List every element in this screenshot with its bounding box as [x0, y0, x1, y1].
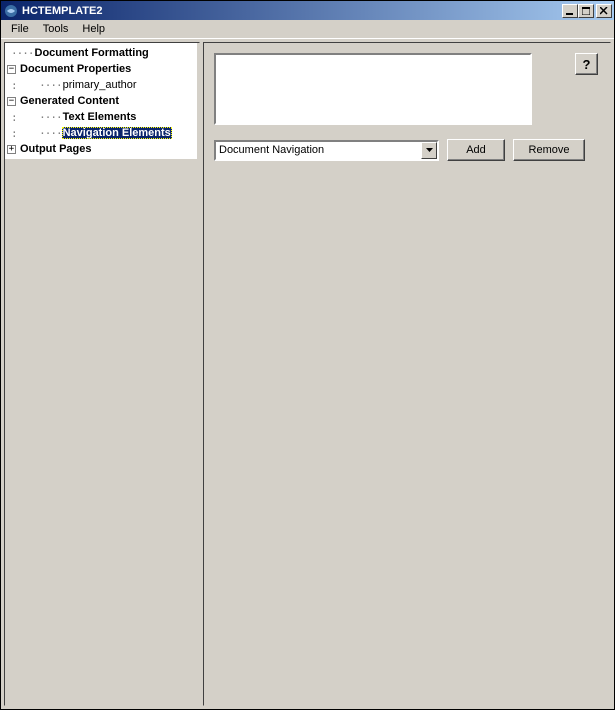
tree-node-document-properties[interactable]: − Document Properties — [5, 61, 197, 77]
menu-file[interactable]: File — [4, 21, 36, 37]
menu-help[interactable]: Help — [75, 21, 112, 37]
menu-tools[interactable]: Tools — [36, 21, 76, 37]
maximize-button[interactable] — [578, 4, 594, 18]
tree-panel[interactable]: ···· Document Formatting − Document Prop… — [5, 43, 197, 159]
title-bar: HCTEMPLATE2 — [1, 1, 614, 20]
tree-node-navigation-elements[interactable]: : ···· Navigation Elements — [5, 125, 197, 141]
close-button[interactable] — [596, 4, 612, 18]
collapse-icon[interactable]: − — [7, 65, 16, 74]
tree-panel-frame: ···· Document Formatting − Document Prop… — [4, 42, 200, 706]
tree-node-text-elements[interactable]: : ···· Text Elements — [5, 109, 197, 125]
minimize-button[interactable] — [562, 4, 578, 18]
chevron-down-icon[interactable] — [421, 142, 437, 159]
element-type-dropdown[interactable]: Document Navigation — [214, 140, 439, 161]
app-icon — [3, 3, 19, 19]
controls-row: Document Navigation Add Remove — [214, 139, 600, 161]
dropdown-value: Document Navigation — [216, 142, 421, 159]
content-panel: ? Document Navigation Add Remove — [204, 43, 610, 171]
tree-node-primary-author[interactable]: : ···· primary_author — [5, 77, 197, 93]
content-panel-frame: ? Document Navigation Add Remove — [203, 42, 611, 706]
window-title: HCTEMPLATE2 — [22, 5, 562, 17]
remove-button[interactable]: Remove — [513, 139, 585, 161]
tree-node-output-pages[interactable]: + Output Pages — [5, 141, 197, 157]
add-button[interactable]: Add — [447, 139, 505, 161]
client-area: ···· Document Formatting − Document Prop… — [1, 39, 614, 709]
expand-icon[interactable]: + — [7, 145, 16, 154]
elements-listbox[interactable] — [214, 53, 532, 125]
collapse-icon[interactable]: − — [7, 97, 16, 106]
menu-bar: File Tools Help — [1, 20, 614, 39]
window-controls — [562, 4, 612, 18]
tree-node-generated-content[interactable]: − Generated Content — [5, 93, 197, 109]
tree-node-document-formatting[interactable]: ···· Document Formatting — [5, 45, 197, 61]
help-button[interactable]: ? — [575, 53, 598, 75]
